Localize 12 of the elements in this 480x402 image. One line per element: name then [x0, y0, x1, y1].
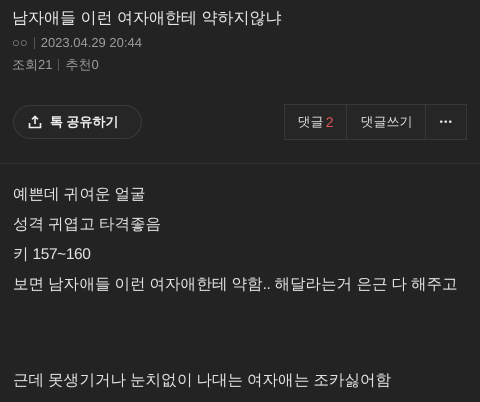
author-name: ○○: [12, 34, 28, 52]
share-icon: [28, 115, 42, 129]
body-text: 보면 남자애들 이런 여자애한테 약함.. 해달라는거 은근 다 해주고: [13, 275, 458, 295]
post-date: 2023.04.29 20:44: [40, 34, 142, 52]
recommend-count: 추천0: [65, 56, 99, 74]
body-text: 근데 못생기거나 눈치없이 나대는 여자애는 조카싫어함: [13, 371, 392, 391]
body-text: 키 157~160: [13, 245, 90, 265]
view-count: 조회21: [12, 56, 52, 74]
share-button[interactable]: 톡 공유하기: [13, 105, 142, 139]
body-text: 예쁜데 귀여운 얼굴: [13, 185, 146, 205]
body-text: 성격 귀엽고 타격좋음: [13, 215, 162, 235]
post-title: 남자애들 이런 여자애한테 약하지않냐: [12, 9, 282, 29]
